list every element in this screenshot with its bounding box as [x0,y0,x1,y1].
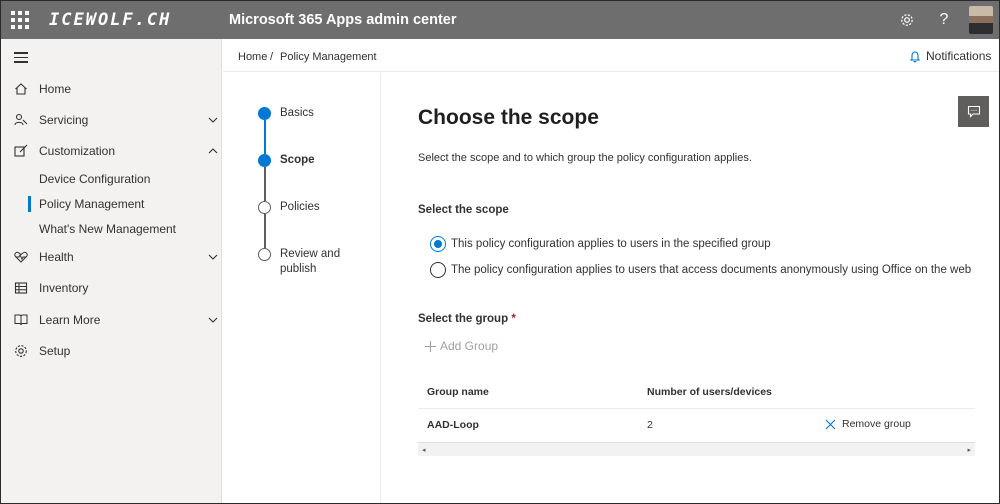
sidebar-item-label: Setup [39,344,71,358]
sidebar-subitem-label: Device Configuration [39,172,151,186]
inventory-icon [14,282,28,294]
scope-option-label[interactable]: The policy configuration applies to user… [451,264,971,276]
step-connector [264,167,266,201]
step-scope[interactable]: Scope [280,153,315,168]
add-group-button[interactable]: Add Group [424,339,498,353]
close-icon [825,419,836,429]
sidebar-item-setup[interactable]: Setup [1,339,222,363]
sidebar-subitem-label: Policy Management [39,197,145,211]
sidebar-item-label: Health [39,250,74,264]
step-basics[interactable]: Basics [280,106,314,121]
sidebar-subitem-label: What's New Management [39,222,177,236]
breadcrumb-current: Policy Management [280,51,377,63]
step-basics-indicator [258,107,271,120]
horizontal-scrollbar[interactable]: ◂ ▸ [418,442,975,456]
book-icon [14,314,28,326]
step-review-and-publish[interactable]: Review and publish [280,247,350,277]
top-bar: ICEWOLF.CH Microsoft 365 Apps admin cent… [1,1,999,39]
notifications-button[interactable]: Notifications [909,49,991,63]
sidebar-item-learn-more[interactable]: Learn More [1,308,222,332]
sidebar-item-home[interactable]: Home [1,77,222,101]
scroll-left-icon[interactable]: ◂ [422,446,426,454]
sidebar-subitem-policy-management[interactable]: Policy Management [1,193,222,215]
brand-logo[interactable]: ICEWOLF.CH [49,10,171,30]
column-header-group-name[interactable]: Group name [427,386,489,398]
sidebar-item-label: Learn More [39,313,101,327]
breadcrumb-separator: / [270,51,274,63]
sidebar-item-servicing[interactable]: Servicing [1,108,222,132]
sidebar-item-customization[interactable]: Customization [1,139,222,163]
scope-option-label[interactable]: This policy configuration applies to use… [451,238,771,250]
heart-icon [14,251,28,263]
step-scope-indicator [258,154,271,167]
help-icon[interactable]: ? [934,10,954,30]
scope-heading: Select the scope [418,204,509,216]
page-description: Select the scope and to which group the … [418,152,752,164]
servicing-icon [14,113,28,126]
app-title: Microsoft 365 Apps admin center [229,12,457,28]
page-title: Choose the scope [418,106,599,129]
sidebar-subitem-whats-new-management[interactable]: What's New Management [1,218,222,240]
sidebar-item-health[interactable]: Health [1,245,222,269]
notifications-label: Notifications [926,49,992,63]
plus-icon [425,340,436,352]
step-review-indicator [258,248,271,261]
remove-group-button[interactable]: Remove group [825,418,911,430]
column-header-users-devices[interactable]: Number of users/devices [647,386,772,398]
chevron-up-icon [208,148,218,154]
scroll-right-icon[interactable]: ▸ [967,446,971,454]
feedback-button[interactable] [958,96,989,127]
table-divider [418,408,975,409]
chevron-down-icon [208,117,218,123]
sidebar: Home Servicing Customization Device Conf… [1,39,222,503]
step-policies[interactable]: Policies [280,200,320,215]
add-group-label: Add Group [440,339,499,353]
chevron-down-icon [208,317,218,323]
scope-radio-anonymous-web[interactable] [430,262,446,278]
avatar[interactable] [969,6,993,34]
sidebar-item-label: Inventory [39,281,89,295]
remove-group-label: Remove group [842,418,911,430]
required-marker: * [511,313,516,325]
main-content: Choose the scope Select the scope and to… [382,73,999,503]
table-row-count: 2 [647,419,653,431]
sidebar-item-label: Home [39,82,72,96]
breadcrumb-home-link[interactable]: Home [238,51,267,63]
bell-icon [909,50,921,62]
hamburger-icon[interactable] [14,52,28,66]
step-connector [264,120,266,154]
table-row-group-name: AAD-Loop [427,419,479,431]
group-heading: Select the group * [418,313,516,325]
feedback-icon [967,105,980,118]
wizard-stepper: Basics Scope Policies Review and publish [223,73,381,503]
customization-icon [14,144,28,157]
gear-icon [15,345,27,357]
chevron-down-icon [208,254,218,260]
step-policies-indicator [258,201,271,214]
app-launcher-icon[interactable] [11,11,29,29]
sidebar-item-inventory[interactable]: Inventory [1,276,222,300]
sidebar-subitem-device-configuration[interactable]: Device Configuration [1,168,222,190]
home-icon [15,83,27,95]
gear-icon[interactable] [897,10,917,30]
sidebar-item-label: Customization [39,144,116,158]
breadcrumb: Home / Policy Management Notifications [223,39,999,72]
app-window: ICEWOLF.CH Microsoft 365 Apps admin cent… [0,0,1000,504]
step-connector [264,214,266,248]
scope-radio-specified-group[interactable] [430,236,446,252]
group-heading-text: Select the group [418,313,509,325]
sidebar-item-label: Servicing [39,113,89,127]
